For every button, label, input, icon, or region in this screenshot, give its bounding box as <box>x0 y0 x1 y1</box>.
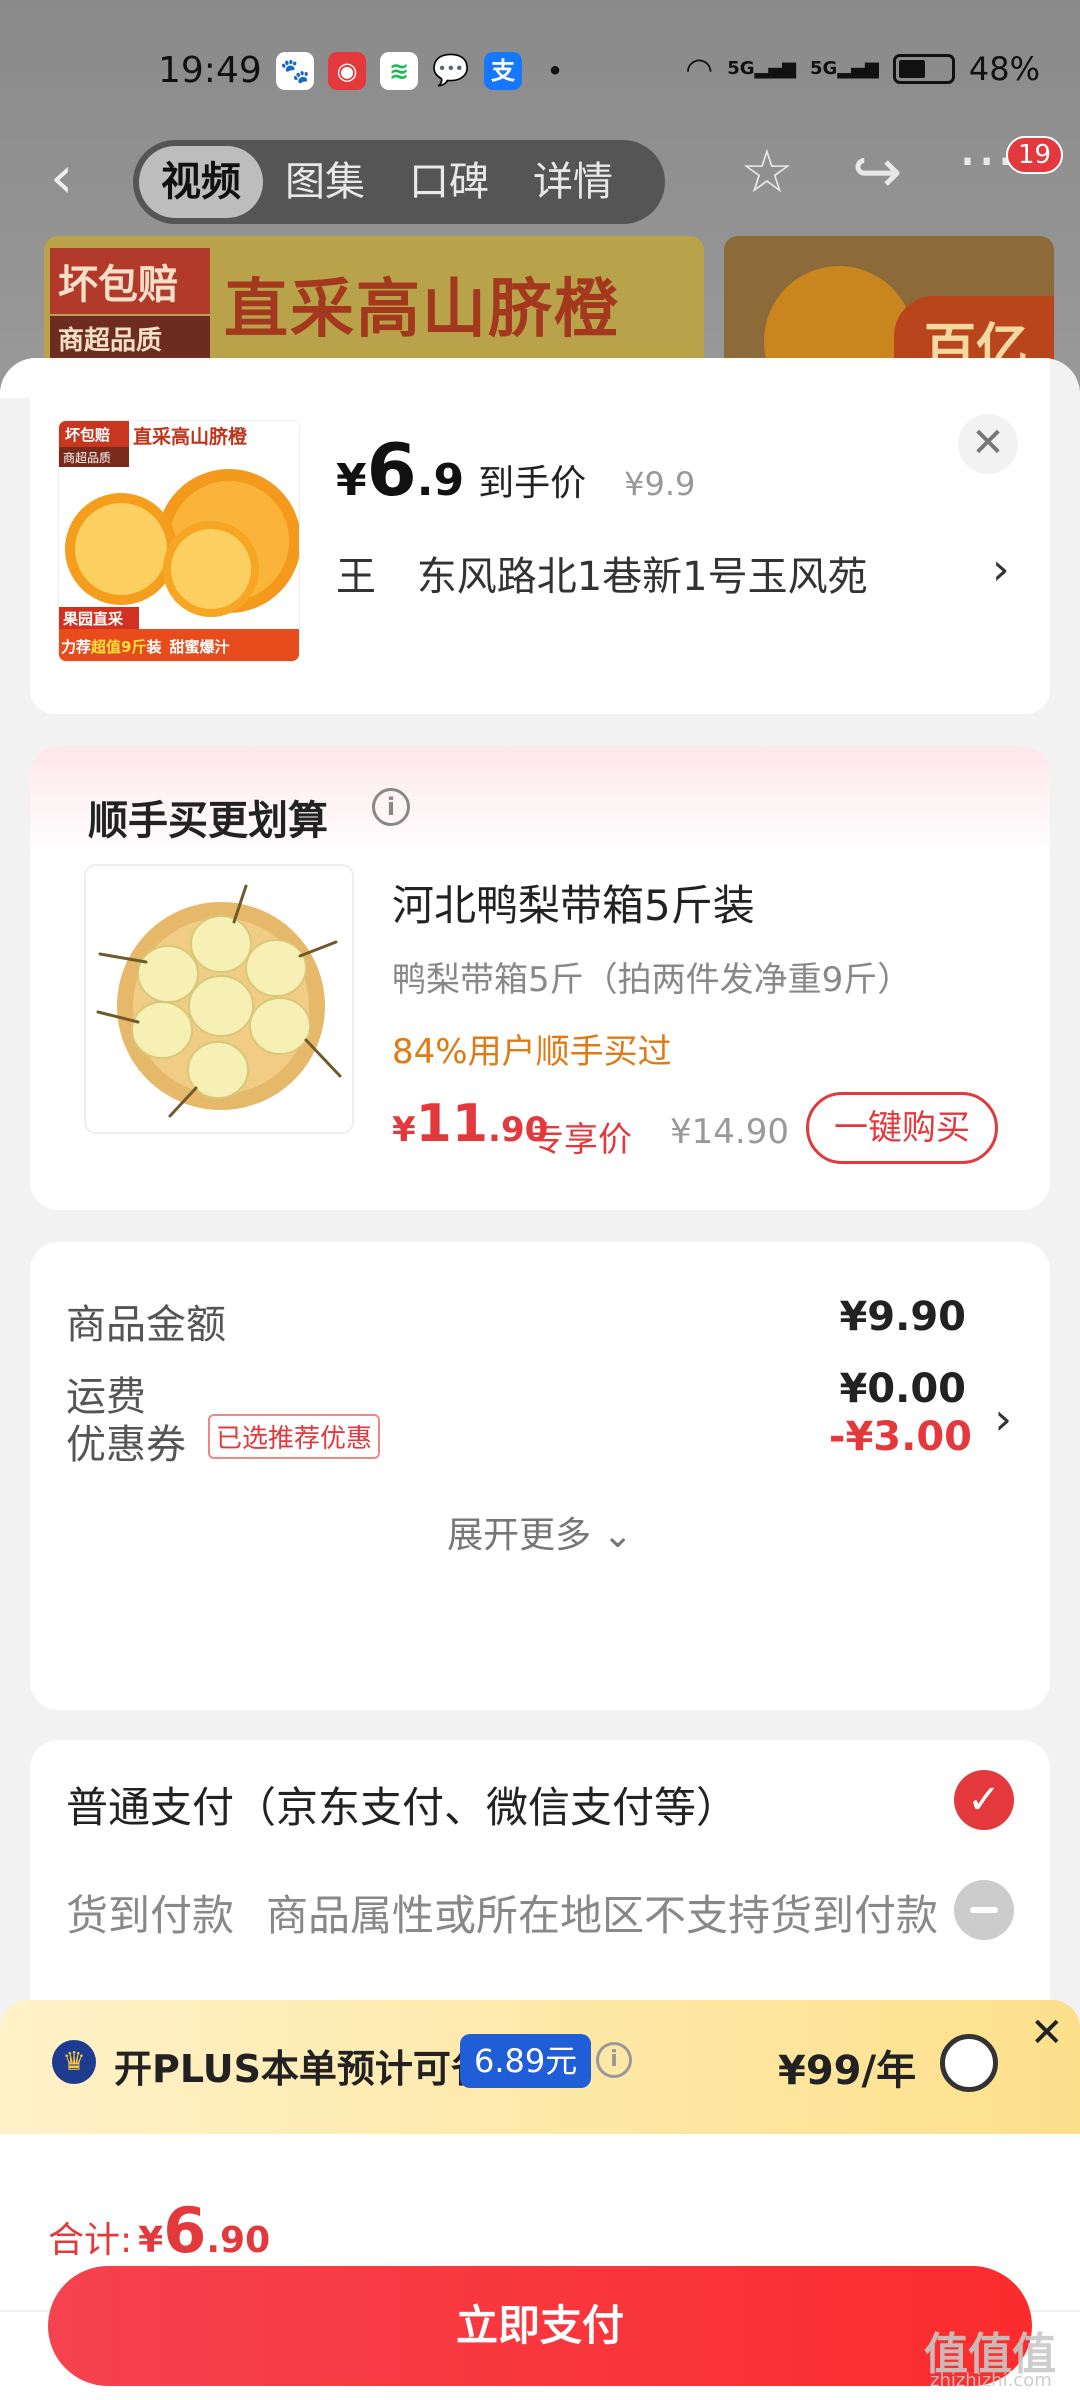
banner-headline: 直采高山脐橙 <box>224 273 620 347</box>
plus-savings-badge: 6.89元 <box>460 2034 592 2088</box>
disabled-option-icon <box>954 1880 1014 1940</box>
addon-title: 顺手买更划算 <box>88 798 328 844</box>
plus-membership-banner[interactable]: ♛ 开PLUS本单预计可省 6.89元 i ¥99/年 ✕ <box>0 2000 1080 2134</box>
coupon-value[interactable]: -¥3.00 <box>829 1414 972 1460</box>
media-tab-bar: 视频 图集 口碑 详情 <box>133 140 665 224</box>
cash-on-delivery-note: 商品属性或所在地区不支持货到付款 <box>266 1891 939 1940</box>
checkout-sheet: 坏包赔 商超品质 直采高山脐橙 果园直采 力荐超值9斤装 甜蜜爆汁 ¥ 6 .9 … <box>0 358 1080 2400</box>
coupon-label: 优惠券 <box>66 1422 186 1468</box>
pay-now-button[interactable]: 立即支付 <box>48 2266 1032 2386</box>
addon-original-price: ¥14.90 <box>670 1112 789 1152</box>
addon-price-integer: 11 <box>415 1094 489 1154</box>
orange-thumbnail-image: 坏包赔 商超品质 直采高山脐橙 果园直采 力荐超值9斤装 甜蜜爆汁 <box>59 421 299 661</box>
tab-details[interactable]: 详情 <box>511 146 635 218</box>
final-price-label: 到手价 <box>478 463 587 504</box>
chevron-down-icon: ⌄ <box>602 1515 633 1556</box>
shipping-value: ¥0.00 <box>839 1366 966 1412</box>
share-icon[interactable]: ↪ <box>852 142 902 202</box>
signal-icon-2: 5G▂▄▆ <box>810 58 879 79</box>
normal-payment-option[interactable]: 普通支付（京东支付、微信支付等） <box>66 1774 738 1835</box>
alipay-app-icon: 支 <box>484 52 522 90</box>
thumb-badge: 果园直采 <box>62 610 124 628</box>
recipient-name: 王 <box>336 554 376 600</box>
status-time: 19:49 <box>158 50 262 91</box>
wechat-app-icon: 💬 <box>432 53 470 88</box>
original-price: ¥9.9 <box>624 465 696 503</box>
jd-app-icon: ◉ <box>328 52 366 90</box>
chevron-right-icon[interactable]: › <box>994 1394 1012 1445</box>
battery-percent: 48% <box>968 50 1040 88</box>
close-icon[interactable]: ✕ <box>958 414 1018 474</box>
shipping-address[interactable]: 王 东风路北1巷新1号玉风苑 <box>336 544 868 602</box>
total-decimal: .90 <box>206 2220 271 2261</box>
addon-purchase-stat: 84%用户顺手买过 <box>392 1032 672 1072</box>
coupon-recommended-badge: 已选推荐优惠 <box>208 1414 381 1459</box>
tab-gallery[interactable]: 图集 <box>263 146 387 218</box>
addon-price-label: 专享价 <box>530 1120 632 1160</box>
battery-icon <box>892 54 955 84</box>
notification-badge: 19 <box>1006 136 1064 174</box>
addon-price-currency: ¥ <box>392 1110 416 1150</box>
addon-price: ¥ 11 .90 <box>392 1094 548 1154</box>
product-thumbnail: 坏包赔 商超品质 直采高山脐橙 果园直采 力荐超值9斤装 甜蜜爆汁 <box>58 420 300 662</box>
wifi-icon: ◠ <box>685 50 714 88</box>
addon-recommendation-card: 顺手买更划算 i 河北鸭梨带箱5斤装 鸭梨带箱5斤（拍两件发净重9斤） 84%用… <box>30 746 1050 1210</box>
watermark-site: zhizhizhi.com <box>930 2370 1052 2391</box>
expand-more-button[interactable]: 展开更多 ⌄ <box>30 1506 1050 1558</box>
expand-more-label: 展开更多 <box>447 1515 592 1556</box>
payment-method-card: 普通支付（京东支付、微信支付等） ✓ 货到付款 商品属性或所在地区不支持货到付款 <box>30 1740 1050 2040</box>
music-app-icon: ≋ <box>380 52 418 90</box>
pear-product-image[interactable] <box>84 864 354 1134</box>
addon-product-name[interactable]: 河北鸭梨带箱5斤装 <box>392 872 755 933</box>
order-header-card: 坏包赔 商超品质 直采高山脐橙 果园直采 力荐超值9斤装 甜蜜爆汁 ¥ 6 .9 … <box>30 358 1050 714</box>
banner-tag: 坏包赔 <box>50 248 210 314</box>
more-notifications-icon: • <box>547 57 563 85</box>
product-top-nav: ‹ 视频 图集 口碑 详情 ☆ ↪ ··· 19 <box>0 132 1080 226</box>
price-decimal: .9 <box>416 455 465 506</box>
status-indicators: ◠ 5G▂▄▆ 5G▂▄▆ 48% <box>685 50 1040 88</box>
subtotal-value: ¥9.90 <box>839 1294 966 1340</box>
address-text: 东风路北1巷新1号玉风苑 <box>416 554 868 600</box>
price-line: ¥ 6 .9 到手价 ¥9.9 <box>336 428 695 512</box>
price-integer: 6 <box>366 428 417 512</box>
favorite-star-icon[interactable]: ☆ <box>740 142 794 202</box>
tab-reviews[interactable]: 口碑 <box>387 146 511 218</box>
thumb-headline: 直采高山脐橙 <box>133 425 248 448</box>
total-label: 合计: <box>48 2220 133 2261</box>
subtotal-label: 商品金额 <box>66 1302 226 1348</box>
thumb-tag-quality: 商超品质 <box>63 450 111 465</box>
addon-product-spec: 鸭梨带箱5斤（拍两件发净重9斤） <box>392 960 912 1000</box>
thumb-slogan: 力荐超值9斤装 甜蜜爆汁 <box>61 638 229 656</box>
signal-icon-1: 5G▂▄▆ <box>727 58 797 79</box>
plus-select-radio[interactable] <box>940 2034 998 2092</box>
baidu-app-icon: 🐾 <box>276 52 314 90</box>
chevron-right-icon[interactable]: › <box>992 544 1010 595</box>
order-total: 合计: ¥ 6 .90 <box>48 2194 270 2267</box>
plus-promo-text: 开PLUS本单预计可省 <box>114 2047 489 2091</box>
total-integer: 6 <box>163 2194 207 2267</box>
status-bar: 19:49 🐾 ◉ ≋ 💬 支 • ◠ 5G▂▄▆ 5G▂▄▆ 48% <box>0 40 1080 104</box>
info-icon[interactable]: i <box>372 788 410 826</box>
banner-tag-quality: 商超品质 <box>50 316 210 361</box>
cash-on-delivery-label: 货到付款 <box>66 1891 235 1940</box>
plus-annual-price: ¥99/年 <box>778 2048 917 2094</box>
one-click-buy-button[interactable]: 一键购买 <box>806 1092 998 1164</box>
crown-icon: ♛ <box>52 2040 96 2084</box>
pear-image <box>96 884 342 1118</box>
price-currency: ¥ <box>336 455 367 506</box>
thumb-tag: 坏包赔 <box>65 426 110 444</box>
tab-video[interactable]: 视频 <box>139 146 263 218</box>
checkmark-selected-icon[interactable]: ✓ <box>954 1770 1014 1830</box>
product-page-background: 19:49 🐾 ◉ ≋ 💬 支 • ◠ 5G▂▄▆ 5G▂▄▆ 48% ‹ 视频… <box>0 0 1080 420</box>
info-icon[interactable]: i <box>596 2042 632 2078</box>
price-detail-card: 商品金额 ¥9.90 运费 ¥0.00 优惠券 已选推荐优惠 -¥3.00 › … <box>30 1242 1050 1710</box>
back-icon[interactable]: ‹ <box>50 148 73 206</box>
close-icon[interactable]: ✕ <box>1030 2010 1064 2056</box>
total-currency: ¥ <box>138 2220 164 2261</box>
